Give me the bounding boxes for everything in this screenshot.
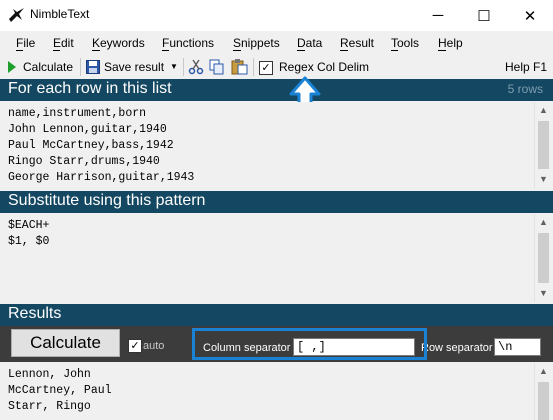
menu-snippets[interactable]: Snippets: [233, 36, 280, 50]
scrollbar-thumb[interactable]: [538, 382, 549, 420]
result-line: Starr, Ringo: [8, 400, 91, 413]
cut-icon[interactable]: [188, 59, 204, 75]
menu-data[interactable]: Data: [297, 36, 322, 50]
auto-label: auto: [143, 340, 165, 352]
menu-keywords[interactable]: Keywords: [92, 36, 145, 50]
menu-mnemonic-underline: [16, 50, 23, 51]
menu-result[interactable]: Result: [340, 36, 374, 50]
window-title: NimbleText: [30, 7, 90, 21]
scroll-up-icon[interactable]: ▲: [535, 363, 552, 380]
regex-col-delim-label[interactable]: Regex Col Delim: [279, 60, 369, 74]
input-line: John Lennon,guitar,1940: [8, 123, 167, 136]
results-section-title: Results: [8, 305, 62, 322]
save-icon: [86, 60, 100, 74]
toolbar-separator: [80, 58, 81, 76]
scroll-up-icon[interactable]: ▲: [535, 214, 552, 231]
pattern-line: $1, $0: [8, 235, 50, 248]
menu-functions[interactable]: Functions: [162, 36, 214, 50]
regex-col-delim-checkbox[interactable]: ✓: [259, 61, 273, 75]
input-line: Ringo Starr,drums,1940: [8, 155, 160, 168]
input-list-textarea[interactable]: name,instrument,born John Lennon,guitar,1…: [0, 102, 534, 188]
result-line: Lennon, John: [8, 368, 91, 381]
menu-mnemonic-underline: [53, 50, 60, 51]
menu-mnemonic-underline: [340, 50, 348, 51]
maximize-button[interactable]: ☐: [461, 0, 507, 31]
menu-mnemonic-underline: [233, 50, 241, 51]
toolbar-calculate-label: Calculate: [23, 60, 74, 74]
menu-edit[interactable]: Edit: [53, 36, 74, 50]
play-icon: [8, 61, 16, 73]
close-icon: ✕: [523, 7, 537, 25]
input-section-header: For each row in this list 5 rows: [0, 79, 553, 101]
pattern-line: $EACH+: [8, 219, 50, 232]
scroll-down-icon[interactable]: ▼: [535, 285, 552, 302]
column-separator-highlight: [192, 328, 427, 360]
close-button[interactable]: ✕: [507, 0, 553, 31]
minimize-button[interactable]: ─: [415, 0, 461, 31]
maximize-icon: ☐: [477, 7, 491, 25]
menu-mnemonic-underline: [297, 50, 305, 51]
pattern-scrollbar[interactable]: ▲ ▼: [534, 214, 552, 302]
scrollbar-thumb[interactable]: [538, 233, 549, 283]
row-count-label: 5 rows: [507, 82, 543, 96]
pattern-textarea[interactable]: $EACH+ $1, $0: [0, 214, 534, 302]
menu-help[interactable]: Help: [438, 36, 463, 50]
menu-mnemonic-underline: [92, 50, 100, 51]
input-line: George Harrison,guitar,1943: [8, 171, 195, 184]
calculate-button-label: Calculate: [30, 333, 101, 352]
pattern-section-title: Substitute using this pattern: [8, 192, 206, 209]
row-separator-input[interactable]: \n: [494, 338, 541, 356]
paste-icon[interactable]: [231, 58, 248, 75]
help-f1-label[interactable]: Help F1: [505, 60, 547, 74]
input-section-title: For each row in this list: [8, 80, 172, 97]
input-scrollbar[interactable]: ▲ ▼: [534, 102, 552, 188]
result-line: McCartney, Paul: [8, 384, 112, 397]
input-line: Paul McCartney,bass,1942: [8, 139, 174, 152]
save-result-label: Save result: [104, 60, 165, 74]
toolbar-calculate-button[interactable]: Calculate: [3, 57, 79, 77]
toolbar: [0, 55, 553, 79]
menu-mnemonic-underline: [391, 50, 398, 51]
menu-tools[interactable]: Tools: [391, 36, 419, 50]
save-result-button[interactable]: Save result: [84, 57, 168, 77]
row-separator-label: Row separator: [421, 342, 493, 354]
minimize-icon: ─: [432, 7, 444, 24]
input-line: name,instrument,born: [8, 107, 147, 120]
menu-file[interactable]: File: [16, 36, 35, 50]
results-scrollbar[interactable]: ▲: [534, 363, 552, 420]
menu-mnemonic-underline: [162, 50, 169, 51]
toolbar-separator: [183, 58, 184, 76]
scrollbar-thumb[interactable]: [538, 121, 549, 169]
auto-checkbox[interactable]: ✓: [128, 339, 142, 353]
copy-icon[interactable]: [209, 59, 225, 75]
results-section-header: Results: [0, 304, 553, 326]
nimbletext-logo-icon: [9, 8, 24, 22]
toolbar-separator: [253, 58, 254, 76]
results-textarea[interactable]: Lennon, John McCartney, Paul Starr, Ringo: [0, 363, 534, 420]
pattern-section-header: Substitute using this pattern: [0, 191, 553, 213]
calculate-button[interactable]: Calculate: [11, 329, 120, 357]
scroll-up-icon[interactable]: ▲: [535, 102, 552, 119]
scroll-down-icon[interactable]: ▼: [535, 171, 552, 188]
save-dropdown-arrow-icon[interactable]: ▼: [168, 57, 180, 77]
menu-mnemonic-underline: [438, 50, 446, 51]
